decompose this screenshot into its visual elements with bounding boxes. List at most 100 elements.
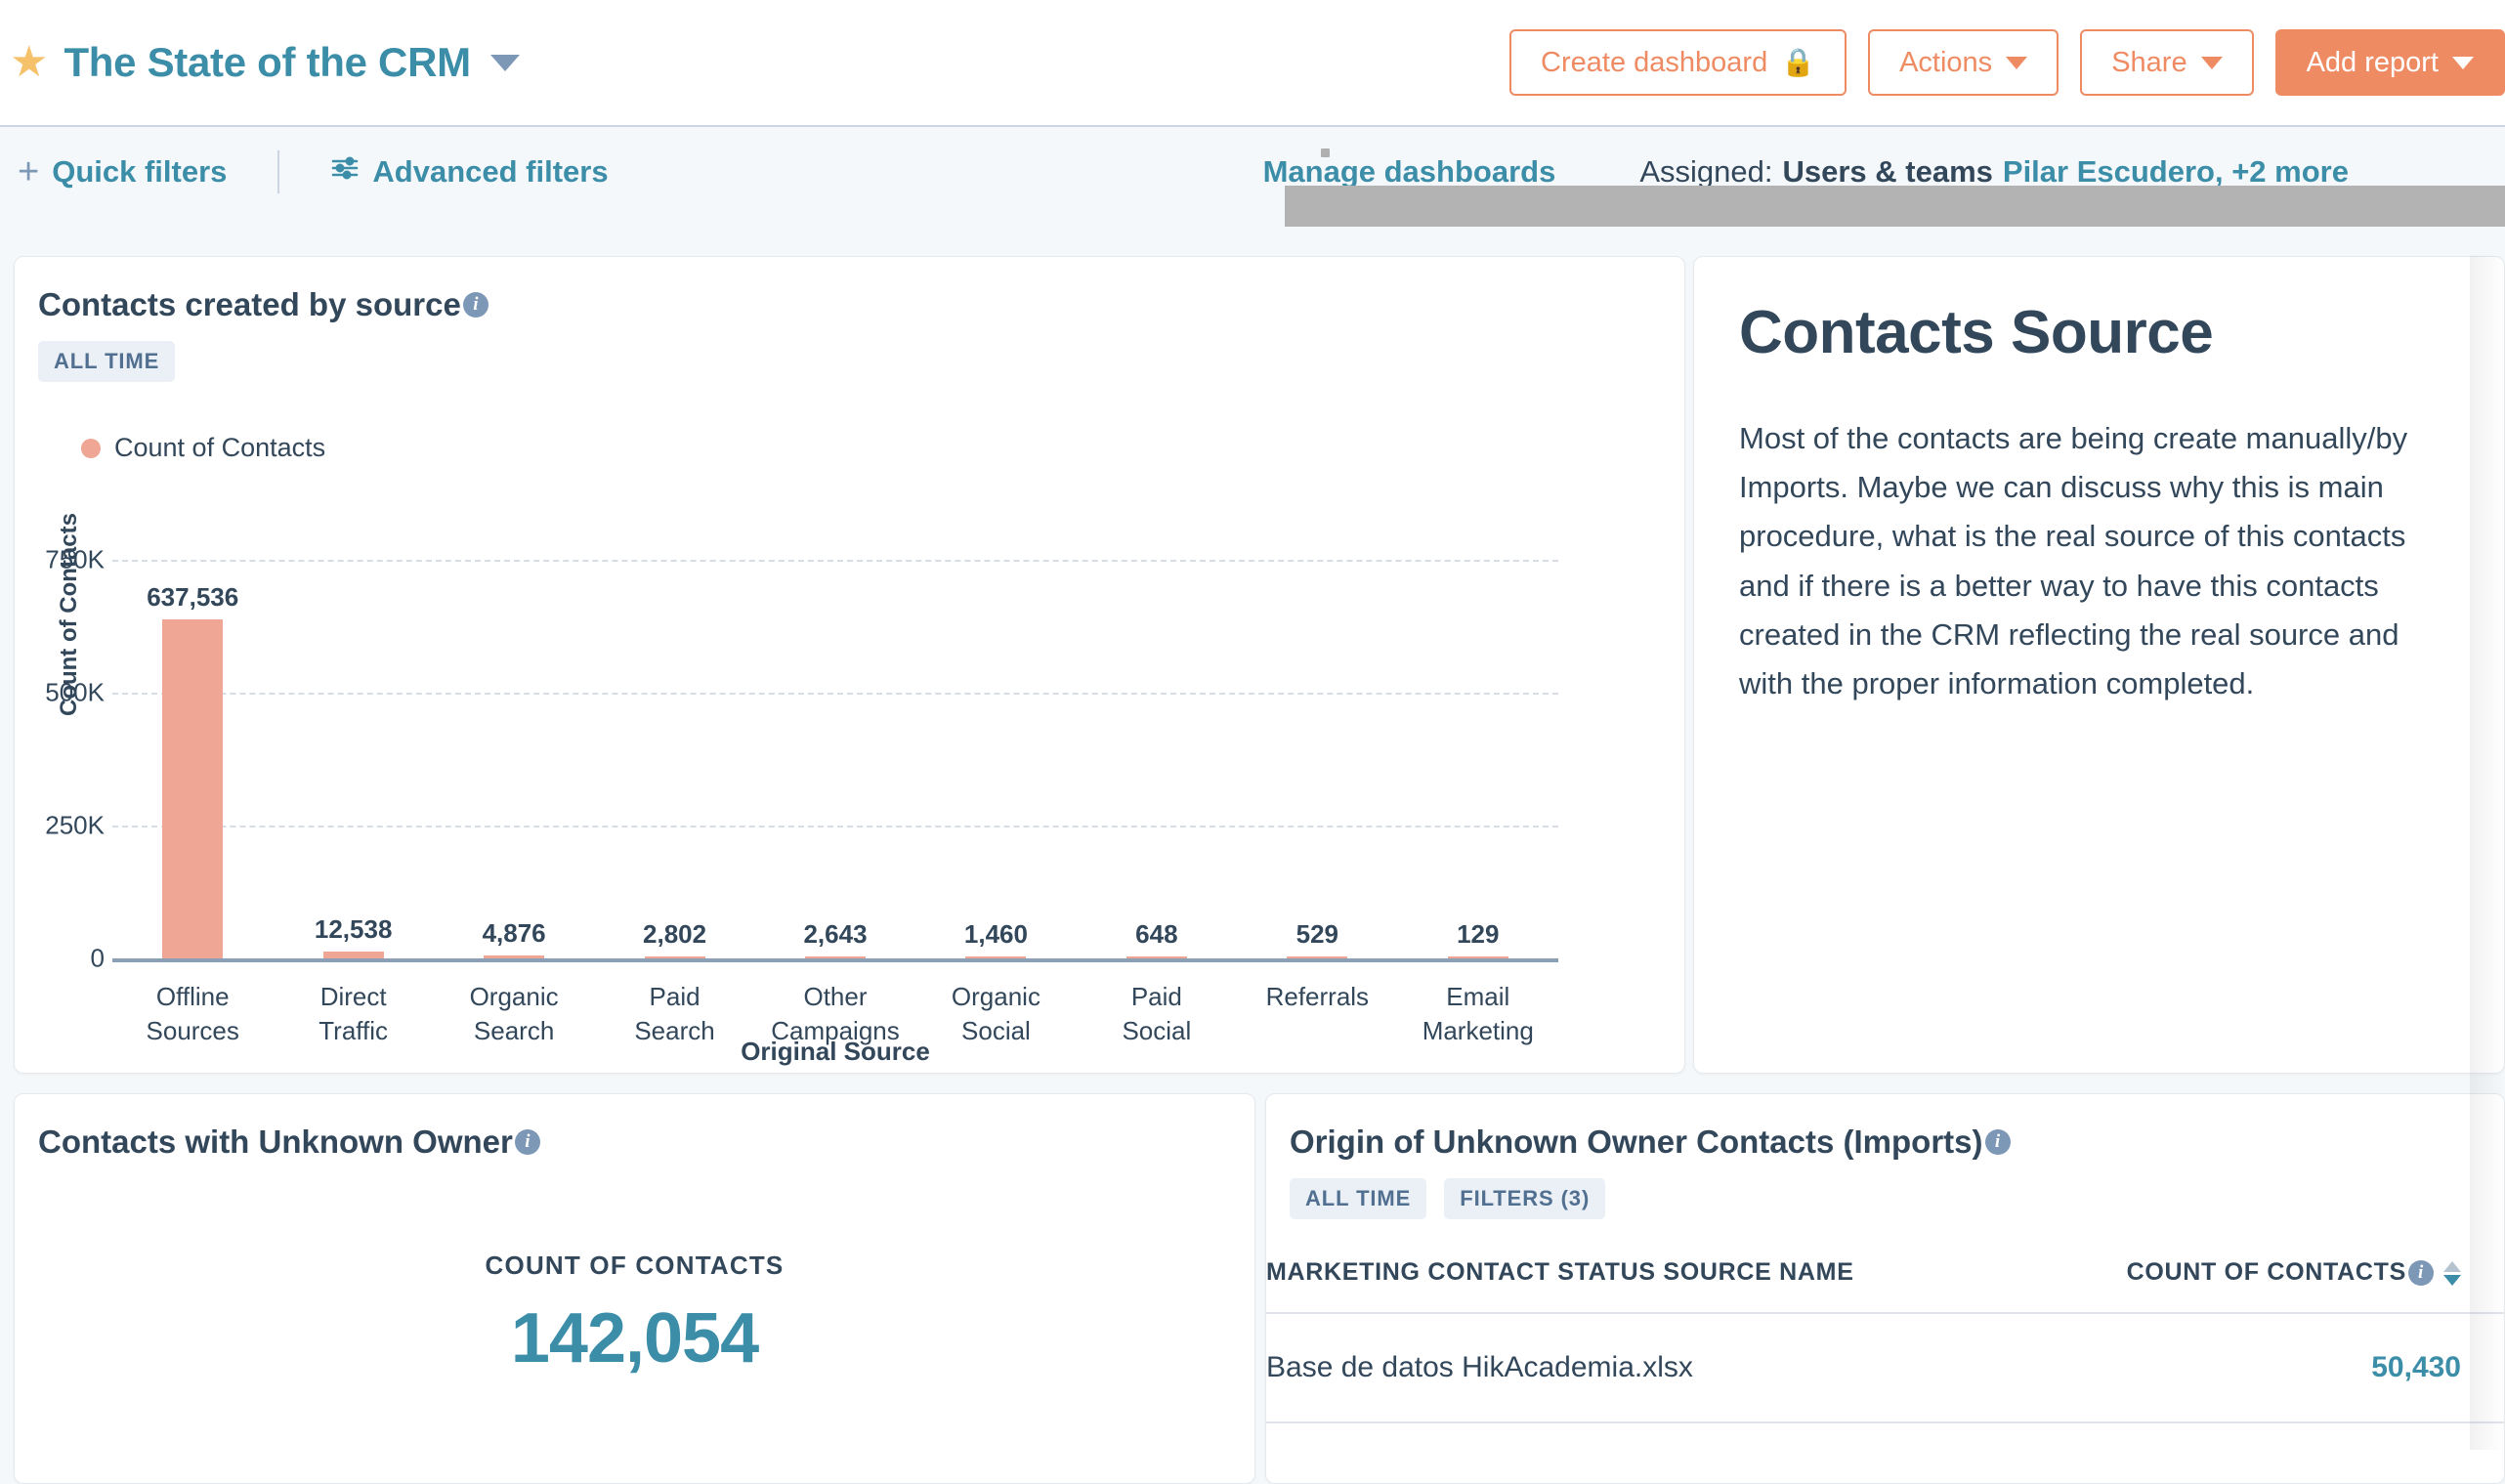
chart-legend[interactable]: Count of Contacts	[81, 433, 1684, 463]
bar-value-label: 529	[1295, 919, 1339, 949]
share-label: Share	[2111, 46, 2187, 78]
bar[interactable]	[162, 619, 224, 958]
assigned-value: Users & teams	[1782, 154, 1993, 189]
bar[interactable]	[965, 956, 1027, 958]
column-header-source-name[interactable]: MARKETING CONTACT STATUS SOURCE NAME	[1266, 1258, 1886, 1314]
contacts-created-by-source-card: Contacts created by source i ALL TIME Cou…	[14, 256, 1685, 1074]
bar[interactable]	[1125, 956, 1187, 958]
bar-value-label: 129	[1457, 919, 1500, 949]
bar[interactable]	[805, 956, 866, 958]
info-icon[interactable]: i	[462, 292, 488, 318]
imports-table: MARKETING CONTACT STATUS SOURCE NAME COU…	[1266, 1258, 2504, 1423]
manage-dashboards-link[interactable]: Manage dashboards	[1263, 154, 1556, 190]
bar[interactable]	[1287, 956, 1348, 958]
info-icon[interactable]: i	[2408, 1260, 2434, 1287]
info-icon[interactable]: i	[514, 1129, 540, 1155]
filters-chip[interactable]: FILTERS (3)	[1444, 1178, 1606, 1219]
chart-card-header: Contacts created by source i ALL TIME	[15, 257, 1684, 382]
assigned-filter[interactable]: Assigned: Users & teams Pilar Escudero, …	[1639, 154, 2349, 190]
star-icon[interactable]: ★	[10, 41, 48, 84]
kpi-caption: COUNT OF CONTACTS	[485, 1251, 785, 1280]
table-card-title-row: Origin of Unknown Owner Contacts (Import…	[1290, 1124, 2504, 1161]
chevron-down-icon[interactable]	[489, 54, 520, 71]
chevron-down-icon	[2006, 56, 2028, 69]
bar[interactable]	[484, 955, 545, 958]
cursor-artifact	[1321, 148, 1330, 157]
kpi-card-title: Contacts with Unknown Owner	[38, 1124, 513, 1160]
date-range-chip[interactable]: ALL TIME	[1290, 1178, 1427, 1219]
table-row[interactable]: Base de datos HikAcademia.xlsx 50,430	[1266, 1313, 2504, 1423]
x-axis-category-label[interactable]: Organic Social	[903, 980, 1088, 1048]
x-axis-category-label[interactable]: Paid Search	[582, 980, 768, 1048]
date-range-chip[interactable]: ALL TIME	[38, 341, 176, 382]
chevron-down-icon	[2200, 56, 2223, 69]
table-card-header: Origin of Unknown Owner Contacts (Import…	[1266, 1094, 2504, 1219]
quick-filters-label: Quick filters	[52, 154, 228, 189]
bar-value-label: 12,538	[314, 914, 393, 945]
chart-card-title: Contacts created by source	[38, 286, 461, 322]
plus-icon: +	[18, 150, 40, 192]
contacts-with-unknown-owner-card: Contacts with Unknown Owner i COUNT OF CO…	[14, 1093, 1255, 1484]
table-card-title: Origin of Unknown Owner Contacts (Import…	[1290, 1124, 1983, 1160]
actions-button[interactable]: Actions	[1868, 29, 2059, 96]
gridline	[112, 560, 1558, 562]
advanced-filters-label: Advanced filters	[372, 154, 609, 189]
add-report-button[interactable]: Add report	[2274, 29, 2505, 96]
x-axis-title: Original Source	[741, 1037, 930, 1066]
kpi-body: COUNT OF CONTACTS 142,054	[15, 1251, 1254, 1378]
create-dashboard-button[interactable]: Create dashboard 🔒	[1509, 29, 1847, 96]
gridline	[112, 826, 1558, 827]
dashboard-title-group[interactable]: ★ The State of the CRM	[0, 39, 520, 86]
kpi-card-title-row: Contacts with Unknown Owner i	[38, 1124, 1254, 1161]
bar-value-label: 4,876	[482, 918, 546, 949]
x-axis-category-label[interactable]: Email Marketing	[1385, 980, 1571, 1048]
cell-count[interactable]: 50,430	[1885, 1313, 2504, 1423]
quick-filters-button[interactable]: + Quick filters	[18, 150, 228, 192]
x-axis-category-label[interactable]: Organic Search	[421, 980, 607, 1048]
advanced-filters-button[interactable]: Advanced filters	[330, 154, 609, 190]
legend-color-swatch	[81, 438, 101, 458]
assigned-more: Pilar Escudero, +2 more	[2002, 154, 2349, 189]
y-axis-tick-label: 500K	[45, 677, 105, 707]
lock-icon: 🔒	[1781, 47, 1816, 77]
bar[interactable]	[322, 952, 384, 958]
contacts-source-note-card: Contacts Source Most of the contacts are…	[1693, 256, 2505, 1074]
table-header-row: MARKETING CONTACT STATUS SOURCE NAME COU…	[1266, 1258, 2504, 1314]
sort-ascending-icon	[2443, 1260, 2461, 1272]
bar[interactable]	[644, 956, 705, 958]
bar-value-label: 2,643	[803, 919, 868, 949]
legend-label: Count of Contacts	[114, 433, 326, 462]
note-card-title: Contacts Source	[1739, 299, 2214, 366]
page-title: The State of the CRM	[64, 39, 471, 85]
chart-card-title-row: Contacts created by source i	[38, 286, 1684, 323]
bar[interactable]	[1447, 956, 1508, 958]
note-card-body: Most of the contacts are being create ma…	[1739, 421, 2408, 701]
info-icon[interactable]: i	[1984, 1129, 2011, 1155]
y-axis-title: Count of Contacts	[56, 513, 82, 716]
x-axis-category-label[interactable]: Referrals	[1224, 980, 1410, 1014]
bar-value-label: 2,802	[643, 919, 707, 949]
kpi-value[interactable]: 142,054	[15, 1298, 1254, 1378]
y-axis-tick-label: 750K	[45, 544, 105, 574]
gridline	[112, 693, 1558, 695]
top-header-bar: ★ The State of the CRM Create dashboard …	[0, 0, 2505, 127]
x-axis-category-label[interactable]: Direct Traffic	[261, 980, 446, 1048]
sort-arrows-icon[interactable]	[2443, 1260, 2461, 1286]
x-axis-line	[112, 958, 1558, 962]
header-actions: Create dashboard 🔒 Actions Share Add rep…	[1509, 29, 2505, 96]
sliders-icon	[330, 154, 360, 190]
assigned-label: Assigned:	[1639, 154, 1773, 189]
create-dashboard-label: Create dashboard	[1541, 46, 1768, 78]
x-axis-category-label[interactable]: Other Campaigns	[743, 980, 928, 1048]
column-header-count[interactable]: COUNT OF CONTACTS i	[1885, 1258, 2504, 1314]
share-button[interactable]: Share	[2080, 29, 2254, 96]
chevron-down-icon	[2452, 56, 2474, 69]
y-axis-tick-label: 250K	[45, 810, 105, 840]
y-axis-tick-label: 0	[90, 943, 105, 973]
add-report-label: Add report	[2306, 46, 2439, 78]
redaction-overlay	[1285, 186, 2505, 227]
table-card-chips: ALL TIME FILTERS (3)	[1290, 1178, 2504, 1219]
x-axis-category-label[interactable]: Offline Sources	[100, 980, 285, 1048]
x-axis-category-label[interactable]: Paid Social	[1064, 980, 1250, 1048]
table-body: Base de datos HikAcademia.xlsx 50,430	[1266, 1313, 2504, 1423]
